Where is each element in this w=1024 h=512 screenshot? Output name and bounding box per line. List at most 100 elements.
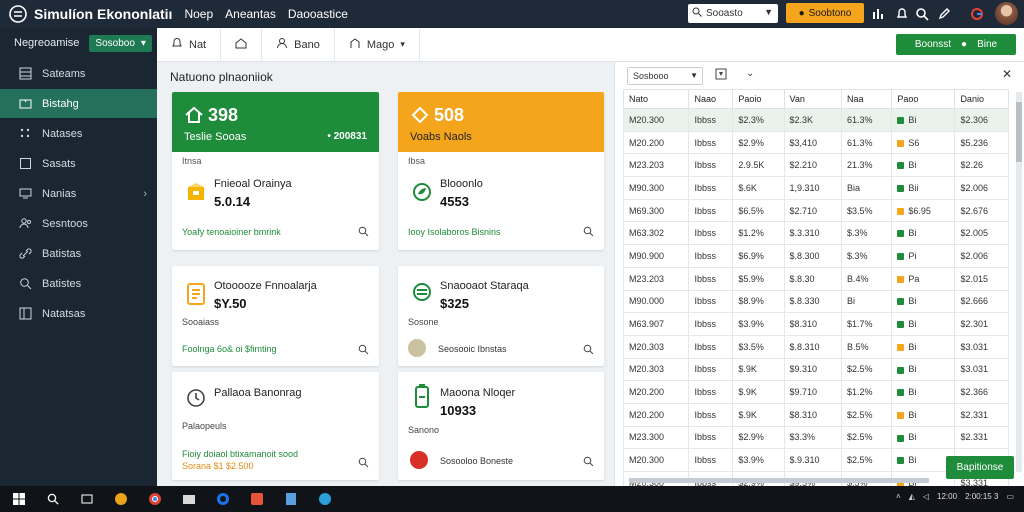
summary-card[interactable]: Otooooze Fnnoalarja $Y.50 Sooaiass Fooln… <box>172 266 379 366</box>
sidebar-item-natatsas[interactable]: Natatsas <box>0 299 157 328</box>
table-row[interactable]: M20.300 Ibbss $2.3% $2.3K 61.3% Bi $2.306 <box>622 108 1009 132</box>
sidebar-item-sateams[interactable]: Sateams <box>0 59 157 88</box>
table-cell: Ibbss <box>688 448 734 472</box>
sidebar-item-bistahg[interactable]: Bistahg <box>0 89 157 118</box>
table-row[interactable]: M90.900 Ibbss $6.9% $.8.300 $.3% Pi $2.006 <box>622 244 1009 268</box>
sidebar-item-sasats[interactable]: Sasats <box>0 149 157 178</box>
file-explorer-icon[interactable] <box>178 488 200 510</box>
table-cell: Ibbss <box>688 266 734 291</box>
column-header[interactable]: Van <box>783 89 843 109</box>
table-cell: M90.000 <box>622 289 690 314</box>
column-header[interactable]: Danio <box>954 89 1009 109</box>
search-icon[interactable] <box>358 344 369 358</box>
scrollbar-thumb[interactable] <box>1016 102 1022 162</box>
table-row[interactable]: M69.300 Ibbss $6.5% $2.710 $3.5% $6.95 $2.676 <box>622 198 1009 223</box>
chevron-down-icon[interactable]: ⌄ <box>746 68 754 79</box>
sidebar-header: Negreoamise Sosoboo ▾ <box>0 28 157 58</box>
search-icon[interactable] <box>913 5 931 23</box>
avatar[interactable] <box>995 2 1018 25</box>
notification-icon[interactable]: ▭ <box>1006 492 1014 501</box>
card-link[interactable]: Yoafy tenoaioiner bmrink <box>182 227 281 237</box>
edge-icon[interactable] <box>314 488 336 510</box>
card-link[interactable]: Sosooloo Boneste <box>440 456 513 466</box>
search-icon[interactable] <box>42 488 64 510</box>
table-row[interactable]: M90.300 Ibbss $.6K 1,9.310 Bia Bii $2.006 <box>622 176 1009 200</box>
table-row[interactable]: M20.200 Ibbss $.9K $9.710 $1.2% Bi $2.366 <box>622 380 1009 404</box>
sidebar-item-sesntoos[interactable]: Sesntoos <box>0 209 157 238</box>
close-icon[interactable]: ✕ <box>1002 67 1012 81</box>
column-header[interactable]: Nato <box>622 89 690 109</box>
table-cell: Pi <box>891 244 956 268</box>
column-header[interactable]: Paoio <box>732 89 785 109</box>
table-cell-value: S6 <box>908 137 920 148</box>
horizontal-scrollbar[interactable] <box>629 478 929 483</box>
toolbar-user-button[interactable]: Bano <box>262 27 335 62</box>
table-cell: M20.200 <box>622 402 690 427</box>
browser-icon[interactable] <box>110 488 132 510</box>
bell-icon[interactable] <box>893 5 911 23</box>
table-row[interactable]: M20.303 Ibbss $3.5% $.8.310 B.5% Bi $3.031 <box>622 334 1009 359</box>
summary-card[interactable]: Pallaoa Banonrag Palaopeuls Fioiy doiaol… <box>172 372 379 480</box>
google-icon[interactable] <box>968 5 986 23</box>
table-row[interactable]: M20.200 Ibbss $.9K $8.310 $2.5% Bi $2.331 <box>622 402 1009 427</box>
floating-action-button[interactable]: Bapitionse <box>946 456 1014 479</box>
table-row[interactable]: M63.302 Ibbss $1.2% $.3.310 $.3% Bi $2.005 <box>622 221 1009 246</box>
network-icon[interactable]: ◭ <box>909 492 915 501</box>
search-icon[interactable] <box>583 456 594 470</box>
toolbar-home-button[interactable] <box>221 27 263 62</box>
toolbar-button-label: Nat <box>189 38 207 51</box>
card-link[interactable]: Iooy Isolaboros Bisnins <box>408 227 501 237</box>
summary-card-orange[interactable]: 508 Voabs Naols Ibsa Blooonlo 4553 Iooy … <box>398 92 604 250</box>
sidebar-badge-button[interactable]: Sosoboo ▾ <box>89 34 152 52</box>
status-square-icon <box>897 434 905 442</box>
card-link-secondary[interactable]: Sorana $1 $2.500 <box>182 461 254 471</box>
chevron-up-icon[interactable]: ˄ <box>896 492 901 501</box>
search-icon[interactable] <box>358 226 369 240</box>
top-nav-item[interactable]: Noep <box>184 7 213 21</box>
task-view-icon[interactable] <box>76 488 98 510</box>
summary-card[interactable]: Snaooaot Staraqa $325 Sosone Seosooic Ib… <box>398 266 604 366</box>
card-link[interactable]: Fioiy doiaol btixamanoit sood <box>182 449 298 459</box>
table-row[interactable]: M23.203 Ibbss 2.9.5K $2.210 21.3% Bi $2.26 <box>622 153 1009 178</box>
filter-icon[interactable] <box>715 68 727 83</box>
top-nav-item[interactable]: Aneantas <box>225 7 276 21</box>
toolbar-bell-button[interactable]: Nat <box>157 27 222 62</box>
search-icon[interactable] <box>358 457 369 471</box>
table-row[interactable]: M20.200 Ibbss $2.9% $3,410 61.3% S6 $5.236 <box>622 130 1009 155</box>
summary-card[interactable]: Maoona Nloqer 10933 Sanono Sosooloo Bone… <box>398 372 604 480</box>
table-filter-select[interactable]: Sosbooo ▼ <box>627 67 703 85</box>
top-nav-item[interactable]: Daooastice <box>288 7 348 21</box>
chrome-icon[interactable] <box>144 488 166 510</box>
table-row[interactable]: M63.907 Ibbss $3.9% $8.310 $1.7% Bi $2.301 <box>622 312 1009 336</box>
search-icon[interactable] <box>583 344 594 358</box>
top-search-select[interactable]: Sooasto ▼ <box>688 4 778 23</box>
summary-card-green[interactable]: 398 Teslie Sooas • 200831 Itnsa Fnieoal … <box>172 92 379 250</box>
column-header[interactable]: Naao <box>688 89 734 109</box>
card-link[interactable]: Foolnga 6o& oi $fimting <box>182 344 277 354</box>
vertical-scrollbar[interactable] <box>1016 92 1022 472</box>
column-header[interactable]: Paoo <box>891 89 956 109</box>
column-header[interactable]: Naa <box>841 89 893 109</box>
search-icon[interactable] <box>583 226 594 240</box>
table-row[interactable]: M90.000 Ibbss $8.9% $.8.330 Bi Bi $2.666 <box>622 289 1009 314</box>
card-link[interactable]: Seosooic Ibnstas <box>438 344 507 354</box>
edit-icon[interactable] <box>935 5 953 23</box>
document-icon[interactable] <box>280 488 302 510</box>
chart-icon[interactable] <box>870 5 888 23</box>
primary-action-button[interactable]: Boonsst ● Bine <box>896 34 1016 55</box>
sidebar-item-natases[interactable]: Natases <box>0 119 157 148</box>
media-icon[interactable] <box>246 488 268 510</box>
user-icon <box>276 37 288 52</box>
table-row[interactable]: M20.303 Ibbss $.9K $9.310 $2.5% Bi $3.031 <box>622 357 1009 382</box>
sidebar-item-batistas[interactable]: Batistas <box>0 239 157 268</box>
sidebar-item-batistes[interactable]: Batistes <box>0 269 157 298</box>
volume-icon[interactable]: ◁ <box>923 492 929 501</box>
windows-start-icon[interactable] <box>8 488 30 510</box>
top-action-button[interactable]: ● Soobtono <box>786 3 864 23</box>
table-row[interactable]: M23.300 Ibbss $2.9% $3.3% $2.5% Bi $2.331 <box>622 425 1009 450</box>
sidebar-item-nanias[interactable]: Nanias › <box>0 179 157 208</box>
app-icon[interactable] <box>212 488 234 510</box>
toolbar-mago-button[interactable]: Mago ▾ <box>335 27 420 62</box>
table-row[interactable]: M23.203 Ibbss $5.9% $.8.30 B.4% Pa $2.015 <box>622 266 1009 291</box>
table-cell-value: $6.95 <box>908 205 931 216</box>
